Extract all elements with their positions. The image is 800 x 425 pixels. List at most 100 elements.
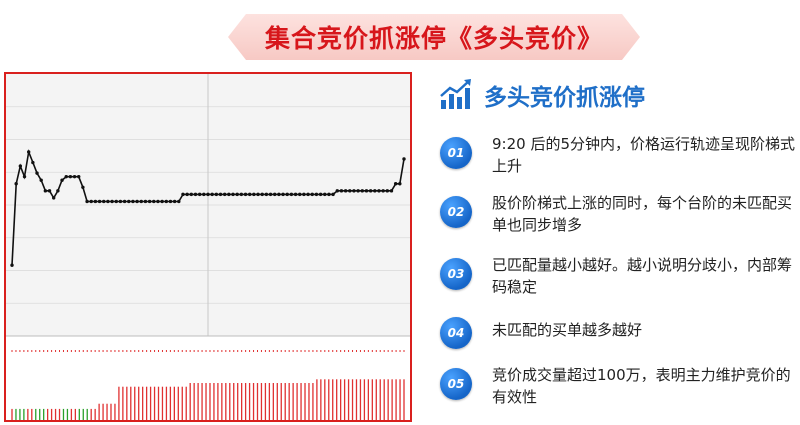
- price-point: [72, 174, 77, 179]
- price-point: [289, 192, 294, 197]
- price-point: [327, 192, 331, 197]
- price-point: [314, 192, 319, 197]
- price-point: [389, 189, 394, 193]
- list-item: 02 股价阶梯式上涨的同时，每个台阶的未匹配买单也同步增多: [440, 192, 800, 236]
- price-point: [373, 189, 377, 193]
- price-point: [106, 199, 110, 204]
- price-point: [281, 192, 285, 197]
- price-point: [156, 199, 160, 204]
- price-point: [172, 199, 177, 204]
- price-point: [273, 192, 277, 197]
- price-point: [26, 150, 31, 154]
- panel-heading: 多头竞价抓涨停: [484, 85, 645, 111]
- chart-grid: [6, 74, 410, 420]
- price-point: [364, 189, 369, 193]
- price-point: [381, 189, 385, 193]
- price-point: [177, 199, 181, 204]
- price-point: [89, 199, 93, 204]
- price-point: [127, 199, 131, 204]
- price-point: [360, 189, 364, 193]
- panel-header: 多头竞价抓涨停: [438, 76, 645, 114]
- price-point: [239, 192, 244, 197]
- price-point: [189, 192, 194, 197]
- price-point: [298, 192, 302, 197]
- list-item-text: 9:20 后的5分钟内，价格运行轨迹呈现阶梯式上升: [492, 135, 795, 175]
- price-point: [131, 199, 135, 204]
- price-point: [135, 199, 139, 204]
- price-point: [60, 178, 64, 182]
- price-point: [235, 192, 239, 197]
- price-point: [256, 192, 260, 197]
- price-point: [302, 192, 306, 197]
- price-point: [31, 160, 35, 165]
- price-point: [43, 189, 48, 193]
- price-point: [377, 189, 381, 193]
- list-item-text: 已匹配量越小越好。越小说明分歧小，内部筹码稳定: [492, 256, 793, 296]
- price-point: [114, 199, 118, 204]
- price-point: [185, 192, 189, 197]
- price-point: [310, 192, 314, 197]
- price-point: [193, 192, 198, 197]
- price-point: [14, 182, 18, 186]
- price-point: [318, 192, 323, 197]
- price-point: [368, 189, 373, 193]
- volume-plot-bg: [6, 346, 410, 420]
- price-point: [168, 199, 173, 204]
- price-point: [206, 192, 210, 197]
- list-item: 03 已匹配量越小越好。越小说明分歧小，内部筹码稳定: [440, 254, 800, 298]
- price-point: [64, 174, 68, 179]
- price-point: [393, 182, 398, 186]
- list-item-text: 竞价成交量超过100万，表明主力维护竞价的有效性: [492, 366, 791, 406]
- bar-chart-trend-icon: [440, 79, 471, 109]
- price-point: [335, 189, 339, 193]
- price-point: [110, 199, 114, 204]
- price-point: [218, 192, 223, 197]
- price-point: [348, 189, 352, 193]
- price-point: [81, 185, 85, 189]
- price-point: [202, 192, 206, 197]
- price-point: [160, 199, 164, 204]
- list-item-text: 未匹配的买单越多越好: [492, 321, 643, 339]
- price-point: [385, 189, 390, 193]
- price-point: [252, 192, 256, 197]
- list-item-text: 股价阶梯式上涨的同时，每个台阶的未匹配买单也同步增多: [492, 194, 793, 234]
- price-point: [285, 192, 289, 197]
- title-banner: 集合竞价抓涨停《多头竞价》: [228, 14, 640, 60]
- price-point: [222, 192, 227, 197]
- price-point: [52, 196, 56, 200]
- list-item: 04 未匹配的买单越多越好: [440, 313, 800, 349]
- price-point: [306, 192, 310, 197]
- price-point: [264, 192, 269, 197]
- price-point: [181, 192, 185, 197]
- number-bubble: 01: [440, 137, 472, 169]
- price-point: [56, 189, 60, 193]
- price-point: [197, 192, 202, 197]
- price-point: [22, 174, 27, 179]
- number-bubble: 04: [440, 317, 472, 349]
- price-point: [164, 199, 168, 204]
- price-point: [243, 192, 248, 197]
- price-point: [268, 192, 273, 197]
- price-volume-chart: [6, 74, 410, 420]
- number-bubble: 05: [440, 368, 472, 400]
- number-bubble: 03: [440, 258, 472, 290]
- auction-chart: [4, 72, 412, 422]
- price-point: [18, 164, 23, 168]
- price-point: [147, 199, 152, 204]
- price-point: [35, 171, 39, 175]
- price-point: [143, 199, 148, 204]
- price-point: [214, 192, 219, 197]
- price-point: [122, 199, 127, 204]
- price-point: [231, 192, 235, 197]
- price-point: [39, 178, 43, 182]
- price-point: [323, 192, 327, 197]
- price-point: [97, 199, 102, 204]
- price-point: [118, 199, 123, 204]
- price-point: [352, 189, 356, 193]
- list-item: 05 竞价成交量超过100万，表明主力维护竞价的有效性: [440, 364, 800, 408]
- price-point: [139, 199, 143, 204]
- price-point: [93, 199, 98, 204]
- price-point: [277, 192, 281, 197]
- price-point: [102, 199, 106, 204]
- page-title: 集合竞价抓涨停《多头竞价》: [264, 24, 603, 53]
